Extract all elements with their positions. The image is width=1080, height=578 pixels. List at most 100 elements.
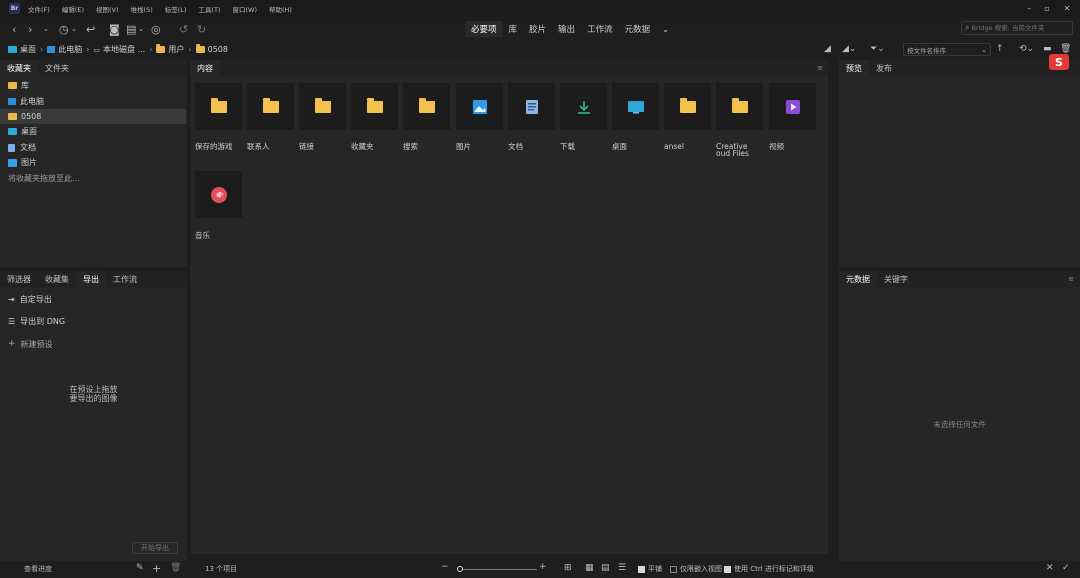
folder-thumb[interactable] xyxy=(195,83,242,130)
checkbox[interactable] xyxy=(670,565,677,573)
breadcrumb-local-disk[interactable]: ▭ 本地磁盘 ... xyxy=(93,44,145,55)
open-recent-icon[interactable]: ⟲⌄ xyxy=(1019,42,1034,56)
start-export-button[interactable]: 开始导出 xyxy=(132,542,178,554)
search-input[interactable] xyxy=(971,24,1068,32)
tab-preview[interactable]: 预览 xyxy=(839,60,869,76)
back-icon[interactable]: ‹ xyxy=(12,22,16,36)
checkbox[interactable] xyxy=(724,565,731,573)
grid-view-icon[interactable]: ⊞ xyxy=(564,563,572,573)
menu-label[interactable]: 标签(L) xyxy=(165,4,187,14)
chevron-down-icon[interactable]: ⌄ xyxy=(71,22,77,36)
chevron-down-icon[interactable]: ⌄ xyxy=(138,22,144,36)
videos-thumb[interactable] xyxy=(769,83,816,130)
menu-tools[interactable]: 工具(T) xyxy=(198,4,220,14)
forward-icon[interactable]: › xyxy=(28,22,32,36)
favorite-this-pc[interactable]: 此电脑 xyxy=(0,94,186,109)
folder-thumb[interactable] xyxy=(299,83,346,130)
search-box[interactable]: ⌕ xyxy=(961,21,1073,35)
tab-content[interactable]: 内容 xyxy=(190,60,220,76)
panel-menu-icon[interactable]: ≡ xyxy=(1068,275,1074,283)
camera-import-icon[interactable]: ◙ xyxy=(109,22,120,36)
rating-filter-icon[interactable]: ◢⌄ xyxy=(842,42,856,56)
menu-stack[interactable]: 堆栈(S) xyxy=(131,4,153,14)
workspace-filmstrip[interactable]: 胶片 xyxy=(523,21,552,37)
delete-icon[interactable]: 🗑 xyxy=(170,563,181,573)
boomerang-icon[interactable]: ↩ xyxy=(86,22,95,36)
tab-favorites[interactable]: 收藏夹 xyxy=(0,60,38,76)
checkbox[interactable] xyxy=(638,565,645,573)
recent-icon[interactable]: ◷ xyxy=(59,22,69,36)
zoom-in-icon[interactable]: + xyxy=(539,562,547,572)
details-view-icon[interactable]: ▤ xyxy=(601,563,610,573)
sort-select[interactable]: 按文件名排序 ⌄ xyxy=(903,43,991,56)
view-progress-link[interactable]: 查看进度 xyxy=(24,564,52,574)
tab-metadata[interactable]: 元数据 xyxy=(839,271,877,287)
folder-thumb[interactable] xyxy=(716,83,763,130)
new-preset[interactable]: + 新建预设 xyxy=(8,337,53,351)
export-custom[interactable]: ⇥ 自定导出 xyxy=(8,292,52,306)
menu-file[interactable]: 文件(F) xyxy=(28,4,50,14)
ctrl-rating-toggle[interactable]: 使用 Ctrl 进行标记和评级 xyxy=(724,564,814,574)
pictures-thumb[interactable] xyxy=(456,83,503,130)
workspace-metadata[interactable]: 元数据 xyxy=(619,21,657,37)
breadcrumb-0508[interactable]: 0508 xyxy=(195,44,228,54)
breadcrumb-desktop[interactable]: 桌面 xyxy=(8,44,36,55)
quality-icon[interactable]: ◢ xyxy=(824,42,831,56)
maximize-icon[interactable]: ▫ xyxy=(1040,2,1054,14)
folder-thumb[interactable] xyxy=(664,83,711,130)
documents-thumb[interactable] xyxy=(508,83,555,130)
slider-handle[interactable] xyxy=(457,566,463,572)
tab-collections[interactable]: 收藏集 xyxy=(38,271,76,287)
desktop-thumb[interactable] xyxy=(612,83,659,130)
workspace-more-chevron-icon[interactable]: ⌄ xyxy=(656,21,675,37)
favorite-0508[interactable]: 0508 xyxy=(0,109,186,124)
refine-icon[interactable]: ▤ xyxy=(126,22,136,36)
workspace-workflow[interactable]: 工作流 xyxy=(581,21,619,37)
favorite-documents[interactable]: 文档 xyxy=(0,140,186,155)
tab-folders[interactable]: 文件夹 xyxy=(38,60,76,76)
folder-thumb[interactable] xyxy=(247,83,294,130)
workspace-output[interactable]: 输出 xyxy=(552,21,581,37)
tab-keywords[interactable]: 关键字 xyxy=(877,271,915,287)
menu-window[interactable]: 窗口(W) xyxy=(232,4,257,14)
downloads-thumb[interactable] xyxy=(560,83,607,130)
workspace-essentials[interactable]: 必要项 xyxy=(465,21,503,37)
menu-help[interactable]: 帮助(H) xyxy=(269,4,292,14)
smooth-toggle[interactable]: 平铺 xyxy=(638,564,662,574)
sogou-ime-icon[interactable]: S xyxy=(1049,54,1069,70)
tab-publish[interactable]: 发布 xyxy=(869,60,899,76)
cancel-icon[interactable]: ✕ xyxy=(1046,563,1054,573)
tab-export[interactable]: 导出 xyxy=(76,271,106,287)
rotate-left-icon[interactable]: ↺ xyxy=(179,22,188,36)
menu-edit[interactable]: 编辑(E) xyxy=(62,4,84,14)
menu-view[interactable]: 视图(V) xyxy=(96,4,119,14)
chevron-down-icon[interactable]: ⌄ xyxy=(43,22,49,36)
open-camera-raw-icon[interactable]: ◎ xyxy=(151,22,161,36)
close-icon[interactable]: ✕ xyxy=(1060,2,1074,14)
favorite-pictures[interactable]: 图片 xyxy=(0,155,186,170)
add-icon[interactable]: + xyxy=(152,562,161,575)
tab-filter[interactable]: 筛选器 xyxy=(0,271,38,287)
music-thumb[interactable] xyxy=(195,171,242,218)
panel-menu-icon[interactable]: ≡ xyxy=(817,64,823,72)
folder-thumb[interactable] xyxy=(351,83,398,130)
sort-ascending-icon[interactable]: ↑ xyxy=(996,42,1004,56)
breadcrumb-users[interactable]: 用户 xyxy=(156,44,184,55)
apply-check-icon[interactable]: ✓ xyxy=(1062,563,1070,573)
folder-thumb[interactable] xyxy=(403,83,450,130)
breadcrumb-this-pc[interactable]: 此电脑 xyxy=(47,44,82,55)
pencil-icon[interactable]: ✎ xyxy=(136,563,144,573)
favorite-desktop[interactable]: 桌面 xyxy=(0,124,186,139)
thumbnail-view-icon[interactable]: ▦ xyxy=(585,563,594,573)
workspace-libraries[interactable]: 库 xyxy=(503,21,524,37)
filter-icon[interactable]: ⏷⌄ xyxy=(870,42,885,56)
tab-workflow[interactable]: 工作流 xyxy=(106,271,144,287)
zoom-out-icon[interactable]: − xyxy=(441,562,449,572)
favorite-library[interactable]: 库 xyxy=(0,78,186,93)
rotate-right-icon[interactable]: ↻ xyxy=(197,22,206,36)
thumbnail-size-slider[interactable] xyxy=(457,569,537,570)
export-to-dng[interactable]: ☰ 导出到 DNG xyxy=(8,314,65,328)
minimize-icon[interactable]: – xyxy=(1022,2,1036,14)
embedded-only-toggle[interactable]: 仅限嵌入视图 xyxy=(670,564,722,574)
list-view-icon[interactable]: ☰ xyxy=(618,563,626,573)
